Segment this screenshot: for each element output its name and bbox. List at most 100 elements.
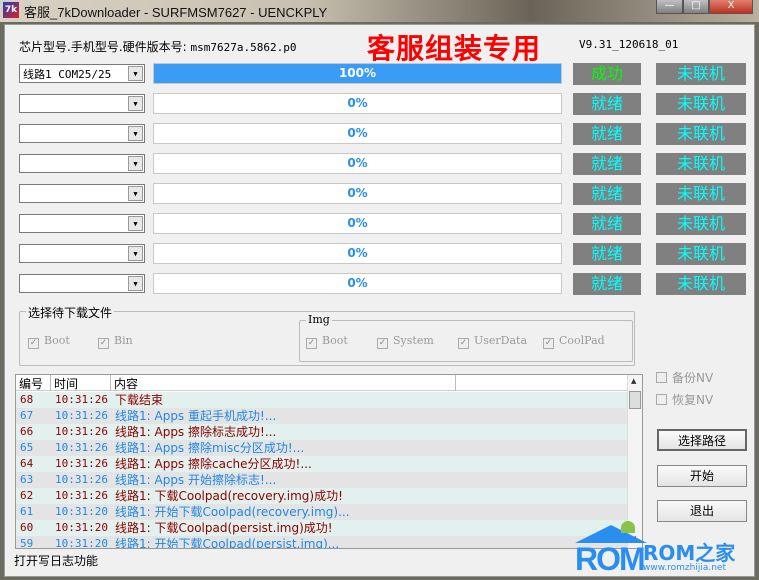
scroll-up-icon[interactable]: ▲ bbox=[631, 377, 636, 385]
chevron-down-icon[interactable]: ▼ bbox=[128, 186, 143, 201]
log-row[interactable]: 59 10:31:20 线路1: 开始下载Coolpad(persist.img… bbox=[16, 536, 628, 549]
log-time: 10:31:20 bbox=[55, 505, 108, 518]
connection-status: 未联机 bbox=[656, 183, 746, 205]
img-userdata-checkbox[interactable]: ✓ UserData bbox=[458, 334, 527, 349]
chevron-down-icon[interactable]: ▼ bbox=[128, 126, 143, 141]
progress-label: 100% bbox=[338, 66, 377, 80]
img-system-checkbox[interactable]: ✓ System bbox=[377, 334, 434, 349]
port-select[interactable]: ▼ bbox=[19, 244, 145, 263]
log-id: 63 bbox=[20, 473, 34, 486]
log-row[interactable]: 63 10:31:26 线路1: Apps 开始擦除标志!... bbox=[16, 472, 628, 488]
check-icon: ✓ bbox=[98, 338, 109, 349]
file-select-group: 选择待下载文件 ✓ Boot ✓ Bin Img ✓ Boot ✓ System ✓ Us… bbox=[19, 304, 635, 366]
maximize-button[interactable]: □ bbox=[683, 0, 709, 14]
android-icon bbox=[621, 521, 635, 533]
connection-status: 未联机 bbox=[656, 213, 746, 235]
choose-path-button[interactable]: 选择路径 bbox=[657, 429, 747, 451]
log-text: 线路1: 下载Coolpad(recovery.img)成功! bbox=[115, 489, 343, 503]
log-time: 10:31:26 bbox=[55, 425, 108, 438]
log-text: 线路1: Apps 开始擦除标志!... bbox=[115, 473, 277, 487]
log-time: 10:31:26 bbox=[55, 457, 108, 470]
log-row[interactable]: 66 10:31:26 线路1: Apps 擦除标志成功!... bbox=[16, 424, 628, 440]
brand-banner: 客服组装专用 bbox=[367, 32, 542, 65]
port-select[interactable]: 线路1 COM25/25 ▼ bbox=[19, 64, 145, 83]
log-row[interactable]: 67 10:31:26 线路1: Apps 重起手机成功!... bbox=[16, 408, 628, 424]
log-id: 65 bbox=[20, 441, 34, 454]
port-select[interactable]: ▼ bbox=[19, 124, 145, 143]
log-list[interactable]: 编号 时间 内容 68 10:31:26 下载结束 67 10:31:26 线路… bbox=[15, 374, 643, 549]
connection-status: 未联机 bbox=[656, 93, 746, 115]
log-id: 64 bbox=[20, 457, 34, 470]
restore-nv-checkbox[interactable]: 恢复NV bbox=[656, 391, 713, 408]
connection-status: 未联机 bbox=[656, 273, 746, 295]
progress-bar: 0% bbox=[153, 123, 562, 144]
img-boot-checkbox[interactable]: ✓ Boot bbox=[306, 334, 348, 349]
bin-checkbox[interactable]: ✓ Bin bbox=[98, 334, 133, 349]
log-row[interactable]: 60 10:31:20 线路1: 下载Coolpad(persist.img)成… bbox=[16, 520, 628, 536]
checkbox-box bbox=[656, 394, 667, 405]
chevron-down-icon[interactable]: ▼ bbox=[128, 156, 143, 171]
info-value: msm7627a.5862.p0 bbox=[190, 41, 297, 54]
log-text: 线路1: Apps 擦除misc分区成功!... bbox=[115, 441, 305, 455]
progress-label: 0% bbox=[347, 126, 368, 140]
progress-bar: 0% bbox=[153, 273, 562, 294]
log-text: 线路1: Apps 擦除cache分区成功!... bbox=[115, 457, 312, 471]
exit-button[interactable]: 退出 bbox=[657, 500, 747, 522]
log-time: 10:31:26 bbox=[55, 441, 108, 454]
log-time: 10:31:26 bbox=[55, 409, 108, 422]
log-id: 68 bbox=[20, 393, 34, 406]
watermark-url: www.romzhijia.net bbox=[643, 563, 726, 573]
log-row[interactable]: 68 10:31:26 下载结束 bbox=[16, 392, 628, 408]
main-window: 芯片型号.手机型号.硬件版本号: msm7627a.5862.p0 客服组装专用… bbox=[4, 24, 755, 577]
log-row[interactable]: 64 10:31:26 线路1: Apps 擦除cache分区成功!... bbox=[16, 456, 628, 472]
log-header: 编号 时间 内容 bbox=[16, 375, 628, 391]
close-button[interactable]: X bbox=[709, 0, 753, 14]
info-label: 芯片型号.手机型号.硬件版本号: bbox=[19, 40, 187, 54]
col-time-header[interactable]: 时间 bbox=[51, 375, 111, 391]
line-status: 就绪 bbox=[573, 243, 641, 265]
boot-checkbox[interactable]: ✓ Boot bbox=[28, 334, 70, 349]
minimize-button[interactable]: — bbox=[656, 0, 683, 14]
line-status: 就绪 bbox=[573, 93, 641, 115]
port-select[interactable]: ▼ bbox=[19, 154, 145, 173]
check-icon: ✓ bbox=[377, 338, 388, 349]
progress-label: 0% bbox=[347, 186, 368, 200]
chevron-down-icon[interactable]: ▼ bbox=[128, 96, 143, 111]
log-time: 10:31:20 bbox=[55, 521, 108, 534]
chevron-down-icon[interactable]: ▼ bbox=[128, 216, 143, 231]
log-row[interactable]: 61 10:31:20 线路1: 开始下载Coolpad(recovery.im… bbox=[16, 504, 628, 520]
log-time: 10:31:26 bbox=[55, 473, 108, 486]
check-icon: ✓ bbox=[458, 338, 469, 349]
port-select[interactable]: ▼ bbox=[19, 94, 145, 113]
backup-nv-checkbox[interactable]: 备份NV bbox=[656, 369, 713, 386]
log-text: 下载结束 bbox=[115, 393, 164, 407]
log-time: 10:31:20 bbox=[55, 537, 108, 549]
port-select[interactable]: ▼ bbox=[19, 214, 145, 233]
progress-label: 0% bbox=[347, 276, 368, 290]
log-text: 线路1: 开始下载Coolpad(recovery.img)... bbox=[115, 505, 350, 519]
col-extra-header bbox=[456, 375, 628, 391]
log-text: 线路1: 下载Coolpad(persist.img)成功! bbox=[115, 521, 333, 535]
chevron-down-icon[interactable]: ▼ bbox=[128, 246, 143, 261]
port-select[interactable]: ▼ bbox=[19, 184, 145, 203]
start-button[interactable]: 开始 bbox=[657, 465, 747, 487]
connection-status: 未联机 bbox=[656, 123, 746, 145]
log-row[interactable]: 62 10:31:26 线路1: 下载Coolpad(recovery.img)… bbox=[16, 488, 628, 504]
scroll-thumb[interactable] bbox=[629, 391, 641, 409]
line-status: 就绪 bbox=[573, 183, 641, 205]
progress-bar: 0% bbox=[153, 243, 562, 264]
line-status: 就绪 bbox=[573, 153, 641, 175]
log-id: 60 bbox=[20, 521, 34, 534]
line-status: 就绪 bbox=[573, 213, 641, 235]
chevron-down-icon[interactable]: ▼ bbox=[128, 66, 143, 81]
port-select[interactable]: ▼ bbox=[19, 274, 145, 293]
line-status: 就绪 bbox=[573, 123, 641, 145]
check-icon: ✓ bbox=[543, 338, 554, 349]
img-coolpad-checkbox[interactable]: ✓ CoolPad bbox=[543, 334, 605, 349]
chevron-down-icon[interactable]: ▼ bbox=[128, 276, 143, 291]
log-row[interactable]: 65 10:31:26 线路1: Apps 擦除misc分区成功!... bbox=[16, 440, 628, 456]
log-text: 线路1: Apps 擦除标志成功!... bbox=[115, 425, 277, 439]
col-content-header[interactable]: 内容 bbox=[111, 375, 456, 391]
line-status: 就绪 bbox=[573, 273, 641, 295]
col-id-header[interactable]: 编号 bbox=[16, 375, 51, 391]
